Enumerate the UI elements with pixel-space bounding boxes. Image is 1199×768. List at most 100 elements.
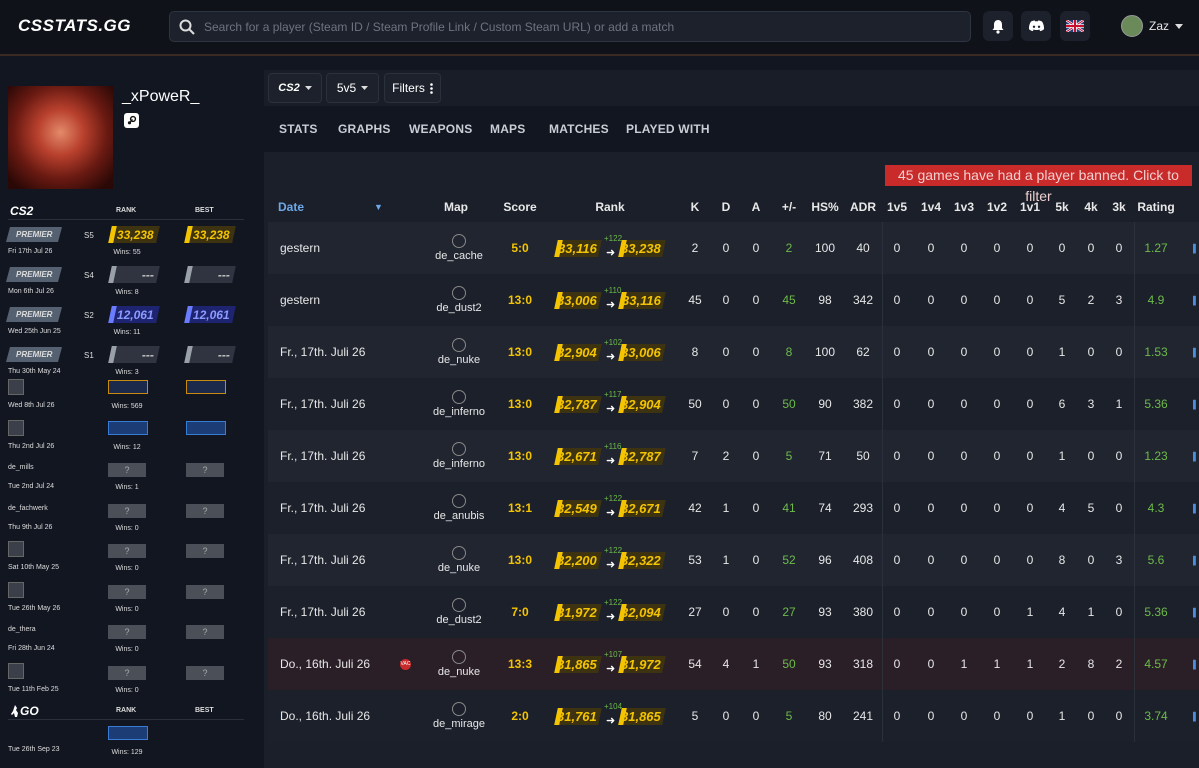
column-header-c12[interactable]: 1v2 <box>984 200 1010 214</box>
premier-date: Fri 17th Jul 26 <box>8 248 53 255</box>
discord-button[interactable] <box>1021 11 1051 41</box>
match-row[interactable]: Do., 16th. Juli 26 de_mirage 2:0 31,761 +104… <box>268 690 1199 742</box>
match-view-link[interactable]: ▌ <box>1193 690 1199 742</box>
stat-adr: 241 <box>852 709 874 723</box>
stat-k: 5 <box>691 709 699 723</box>
stat-d: 0 <box>722 709 730 723</box>
match-map: de_nuke <box>414 534 504 586</box>
stat-k4: 8 <box>1087 657 1095 671</box>
match-date: Fr., 17th. Juli 26 <box>280 397 366 411</box>
premier-badge: PREMIER <box>5 347 63 362</box>
match-view-link[interactable]: ▌ <box>1193 378 1199 430</box>
filters-button[interactable]: Filters <box>384 73 441 103</box>
stat-adr: 318 <box>852 657 874 671</box>
premier-badge-label: PREMIER <box>15 310 53 319</box>
stat-c14: 0 <box>927 553 935 567</box>
rank-change: 33,116 +122 ➜ 33,238 <box>554 222 668 274</box>
stat-c13: 0 <box>960 293 968 307</box>
column-header-a[interactable]: A <box>749 200 763 214</box>
match-row[interactable]: Fr., 17th. Juli 26 de_inferno 13:0 32,671 +1… <box>268 430 1199 482</box>
stat-adr: 293 <box>852 501 874 515</box>
premier-date: Thu 30th May 24 <box>8 368 61 375</box>
column-header-score[interactable]: Score <box>500 200 540 214</box>
column-header-hs[interactable]: HS% <box>810 200 840 214</box>
column-header-k5[interactable]: 5k <box>1054 200 1070 214</box>
premier-badge: PREMIER <box>5 307 63 322</box>
column-divider <box>882 690 883 742</box>
column-header-map[interactable]: Map <box>434 200 478 214</box>
banned-filter-banner[interactable]: 45 games have had a player banned. Click… <box>885 165 1192 204</box>
match-view-link[interactable]: ▌ <box>1193 638 1199 690</box>
site-logo[interactable]: CSSTATS.GG <box>18 16 131 36</box>
competitive-date: Fri 28th Jun 24 <box>8 645 55 652</box>
match-view-link[interactable]: ▌ <box>1193 222 1199 274</box>
match-row[interactable]: Fr., 17th. Juli 26 de_nuke 13:0 32,200 +122 ➜… <box>268 534 1199 586</box>
column-header-d[interactable]: D <box>719 200 733 214</box>
notifications-button[interactable] <box>983 11 1013 41</box>
tab-played-with[interactable]: PLAYED WITH <box>626 122 710 136</box>
map-badge-icon <box>8 662 24 679</box>
match-view-link[interactable]: ▌ <box>1193 586 1199 638</box>
match-row[interactable]: Fr., 17th. Juli 26 de_dust2 7:0 31,972 +122 ➜… <box>268 586 1199 638</box>
arrow-right-icon: ➜ <box>606 455 616 467</box>
column-header-rating[interactable]: Rating <box>1136 200 1176 214</box>
stat-a: 0 <box>752 709 760 723</box>
column-header-c14[interactable]: 1v4 <box>918 200 944 214</box>
premier-season-row: PREMIER S5 Fri 17th Jul 26 Wins: 55 33,238 33… <box>5 224 244 261</box>
rank-before: 32,200 <box>554 552 602 569</box>
column-header-k3[interactable]: 3k <box>1111 200 1127 214</box>
column-divider <box>882 222 883 274</box>
stat-c13: 0 <box>960 709 968 723</box>
column-header-k[interactable]: K <box>688 200 702 214</box>
map-icon <box>452 286 466 300</box>
tab-graphs[interactable]: GRAPHS <box>338 122 391 136</box>
best-column-label: BEST <box>195 707 214 714</box>
game-select[interactable]: CS2 <box>268 73 322 103</box>
column-header-adr[interactable]: ADR <box>848 200 878 214</box>
language-button[interactable] <box>1060 11 1090 41</box>
match-view-link[interactable]: ▌ <box>1193 482 1199 534</box>
rank-after: 31,865 <box>618 708 666 725</box>
match-row[interactable]: gestern de_cache 5:0 33,116 +122 ➜ 33,238 2 0 0 2 1… <box>268 222 1199 274</box>
map-name: de_dust2 <box>436 614 482 626</box>
competitive-map-row: Tue 26th May 26 Wins: 0?? <box>8 581 244 618</box>
sort-desc-icon[interactable]: ▼ <box>374 202 383 212</box>
stat-hs: 74 <box>818 501 832 515</box>
tab-maps[interactable]: MAPS <box>490 122 525 136</box>
map-name: de_nuke <box>437 354 481 366</box>
stat-k3: 3 <box>1115 553 1123 567</box>
column-header-c15[interactable]: 1v5 <box>884 200 910 214</box>
match-view-link[interactable]: ▌ <box>1193 326 1199 378</box>
competitive-wins: Wins: 0 <box>115 605 139 613</box>
column-header-rank[interactable]: Rank <box>564 200 656 214</box>
column-divider <box>882 274 883 326</box>
column-header-c11[interactable]: 1v1 <box>1017 200 1043 214</box>
match-view-link[interactable]: ▌ <box>1193 430 1199 482</box>
tab-weapons[interactable]: WEAPONS <box>409 122 472 136</box>
mode-select[interactable]: 5v5 <box>326 73 379 103</box>
column-header-k4[interactable]: 4k <box>1083 200 1099 214</box>
column-header-pm[interactable]: +/- <box>776 200 802 214</box>
match-view-link[interactable]: ▌ <box>1193 274 1199 326</box>
match-row[interactable]: Fr., 17th. Juli 26 de_anubis 13:1 32,549 +12… <box>268 482 1199 534</box>
steam-profile-link[interactable] <box>124 113 139 128</box>
unranked-rank: ? <box>108 544 146 558</box>
game-select-label: CS2 <box>278 82 300 94</box>
search-input[interactable] <box>204 12 964 41</box>
match-row[interactable]: gestern de_dust2 13:0 33,006 +110 ➜ 33,116 45 0 0… <box>268 274 1199 326</box>
stat-d: 0 <box>722 397 730 411</box>
match-row[interactable]: Fr., 17th. Juli 26 de_nuke 13:0 32,904 +102 ➜… <box>268 326 1199 378</box>
vac-ban-badge[interactable]: VAC <box>400 659 411 670</box>
column-header-date[interactable]: Date <box>278 200 338 214</box>
match-row[interactable]: Do., 16th. Juli 26 VAC de_nuke 13:3 31,865 +1… <box>268 638 1199 690</box>
tab-stats[interactable]: STATS <box>279 122 318 136</box>
skill-group-badge <box>108 380 148 394</box>
match-row[interactable]: Fr., 17th. Juli 26 de_inferno 13:0 32,787 +1… <box>268 378 1199 430</box>
user-menu[interactable]: Zaz <box>1121 15 1184 37</box>
stat-k5: 0 <box>1058 241 1066 255</box>
stat-k5: 6 <box>1058 397 1066 411</box>
stat-k4: 0 <box>1087 449 1095 463</box>
column-header-c13[interactable]: 1v3 <box>951 200 977 214</box>
tab-matches[interactable]: MATCHES <box>549 122 609 136</box>
match-view-link[interactable]: ▌ <box>1193 534 1199 586</box>
